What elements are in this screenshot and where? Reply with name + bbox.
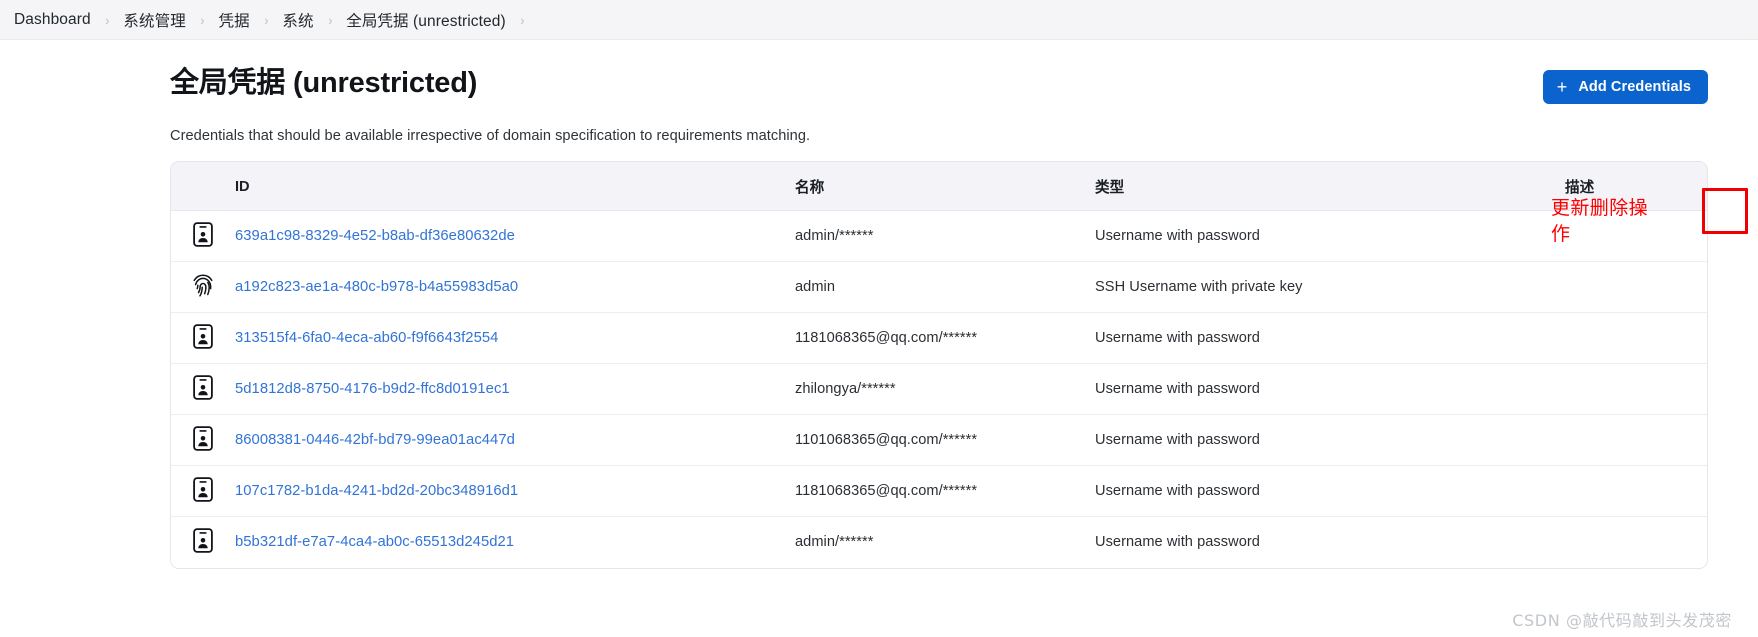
cell-type: SSH Username with private key (1095, 261, 1565, 313)
credentials-table: ID 名称 类型 描述 639a1c98-8329-4e52-b8ab-df36… (171, 162, 1707, 568)
cell-description (1565, 465, 1707, 517)
cell-name: zhilongya/****** (795, 363, 1095, 415)
table-row: 639a1c98-8329-4e52-b8ab-df36e80632de admi… (171, 210, 1707, 262)
cell-description (1565, 414, 1707, 466)
cell-name: admin/****** (795, 516, 1095, 568)
table-row: 107c1782-b1da-4241-bd2d-20bc348916d1 1181… (171, 465, 1707, 517)
cell-id: b5b321df-e7a7-4ca4-ab0c-65513d245d21 (235, 516, 795, 568)
cell-name: admin (795, 261, 1095, 313)
id-badge-icon (192, 476, 214, 502)
cell-type: Username with password (1095, 312, 1565, 364)
breadcrumb-separator-icon: › (264, 11, 269, 28)
table-body: 639a1c98-8329-4e52-b8ab-df36e80632de admi… (171, 210, 1707, 568)
credential-type-icon-cell (171, 312, 235, 364)
credentials-table-card: ID 名称 类型 描述 639a1c98-8329-4e52-b8ab-df36… (170, 161, 1708, 569)
breadcrumb-separator-icon: › (200, 11, 205, 28)
cell-id: 639a1c98-8329-4e52-b8ab-df36e80632de (235, 210, 795, 262)
cell-description (1565, 312, 1707, 364)
id-badge-icon (192, 425, 214, 451)
credential-type-icon-cell (171, 363, 235, 415)
page-header: 全局凭据 (unrestricted) + Add Credentials (170, 40, 1732, 104)
id-badge-icon (192, 374, 214, 400)
credential-type-icon-cell (171, 414, 235, 466)
breadcrumb: Dashboard › 系统管理 › 凭据 › 系统 › 全局凭据 (unres… (0, 0, 1758, 40)
breadcrumb-item-system-management[interactable]: 系统管理 (123, 9, 185, 31)
cell-description (1565, 261, 1707, 313)
fingerprint-icon (192, 272, 214, 298)
credential-type-icon-cell (171, 210, 235, 262)
cell-id: 107c1782-b1da-4241-bd2d-20bc348916d1 (235, 465, 795, 517)
table-header-row: ID 名称 类型 描述 (171, 162, 1707, 211)
credential-id-link[interactable]: a192c823-ae1a-480c-b978-b4a55983d5a0 (235, 279, 518, 295)
breadcrumb-item-system[interactable]: 系统 (282, 9, 313, 31)
table-row: b5b321df-e7a7-4ca4-ab0c-65513d245d21 admi… (171, 516, 1707, 568)
column-header-name: 名称 (795, 162, 1095, 211)
breadcrumb-item-global-credentials[interactable]: 全局凭据 (unrestricted) (346, 9, 506, 31)
cell-id: 5d1812d8-8750-4176-b9d2-ffc8d0191ec1 (235, 363, 795, 415)
cell-type: Username with password (1095, 516, 1565, 568)
credential-type-icon-cell (171, 465, 235, 517)
credential-id-link[interactable]: 107c1782-b1da-4241-bd2d-20bc348916d1 (235, 483, 518, 499)
table-row: a192c823-ae1a-480c-b978-b4a55983d5a0 admi… (171, 261, 1707, 313)
breadcrumb-item-credentials[interactable]: 凭据 (218, 9, 249, 31)
cell-id: a192c823-ae1a-480c-b978-b4a55983d5a0 (235, 261, 795, 313)
breadcrumb-separator-icon: › (105, 11, 110, 28)
cell-name: 1101068365@qq.com/****** (795, 414, 1095, 466)
add-credentials-label: Add Credentials (1578, 79, 1691, 95)
table-header: ID 名称 类型 描述 (171, 162, 1707, 211)
page-content: 全局凭据 (unrestricted) + Add Credentials Cr… (0, 40, 1758, 569)
column-header-type: 类型 (1095, 162, 1565, 211)
id-badge-icon (192, 323, 214, 349)
column-header-spacer (171, 162, 235, 211)
cell-name: admin/****** (795, 210, 1095, 262)
table-row: 313515f4-6fa0-4eca-ab60-f9f6643f2554 1181… (171, 312, 1707, 364)
cell-name: 1181068365@qq.com/****** (795, 465, 1095, 517)
page-description: Credentials that should be available irr… (170, 128, 811, 144)
watermark: CSDN @敲代码敲到头发茂密 (1512, 611, 1732, 630)
table-row: 5d1812d8-8750-4176-b9d2-ffc8d0191ec1 zhil… (171, 363, 1707, 415)
cell-name: 1181068365@qq.com/****** (795, 312, 1095, 364)
breadcrumb-item-dashboard[interactable]: Dashboard (14, 11, 91, 29)
column-header-id: ID (235, 162, 795, 211)
cell-type: Username with password (1095, 363, 1565, 415)
table-row: 86008381-0446-42bf-bd79-99ea01ac447d 1101… (171, 414, 1707, 466)
id-badge-icon (192, 221, 214, 247)
plus-icon: + (1556, 76, 1568, 97)
cell-type: Username with password (1095, 414, 1565, 466)
cell-description (1565, 516, 1707, 568)
cell-id: 86008381-0446-42bf-bd79-99ea01ac447d (235, 414, 795, 466)
annotation-note: 更新删除操作 (1551, 197, 1649, 245)
add-credentials-button[interactable]: + Add Credentials (1542, 70, 1708, 104)
credential-id-link[interactable]: b5b321df-e7a7-4ca4-ab0c-65513d245d21 (235, 534, 514, 550)
page-title: 全局凭据 (unrestricted) (170, 67, 478, 99)
breadcrumb-separator-icon: › (327, 11, 332, 28)
cell-type: Username with password (1095, 210, 1565, 262)
cell-id: 313515f4-6fa0-4eca-ab60-f9f6643f2554 (235, 312, 795, 364)
cell-type: Username with password (1095, 465, 1565, 517)
credential-id-link[interactable]: 86008381-0446-42bf-bd79-99ea01ac447d (235, 432, 515, 448)
credential-id-link[interactable]: 639a1c98-8329-4e52-b8ab-df36e80632de (235, 228, 515, 244)
breadcrumb-separator-icon: › (520, 11, 525, 28)
cell-description (1565, 363, 1707, 415)
id-badge-icon (192, 528, 214, 554)
credential-id-link[interactable]: 313515f4-6fa0-4eca-ab60-f9f6643f2554 (235, 330, 498, 346)
credential-id-link[interactable]: 5d1812d8-8750-4176-b9d2-ffc8d0191ec1 (235, 381, 510, 397)
credential-type-icon-cell (171, 261, 235, 313)
credential-type-icon-cell (171, 516, 235, 568)
page-root: Dashboard › 系统管理 › 凭据 › 系统 › 全局凭据 (unres… (0, 0, 1758, 637)
